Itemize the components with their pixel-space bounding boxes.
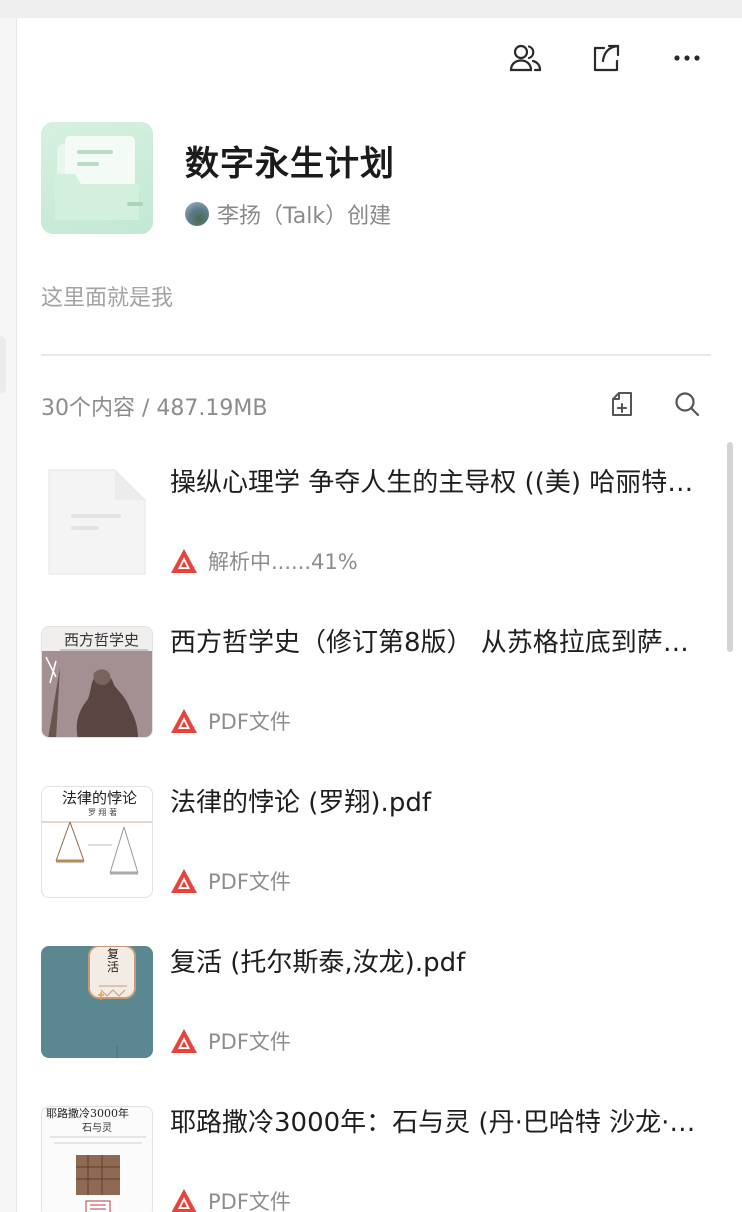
item-title: 法律的悖论 (罗翔).pdf [170,788,431,818]
blank-doc-thumbnail [41,466,153,578]
item-meta: PDF文件 [170,866,291,896]
list-item[interactable]: 法律的悖论 罗 翔 著 法律的悖论 (罗翔).pdf PDF文件 [41,784,701,944]
item-status: PDF文件 [208,1190,291,1212]
left-rail [0,18,16,1212]
cover-title: 复活 [107,947,120,974]
item-meta: PDF文件 [170,1186,291,1212]
pdf-icon [171,549,197,573]
creator-text: 李扬（Talk）创建 [217,204,392,229]
share-icon[interactable] [586,38,626,78]
add-content-icon[interactable] [602,384,642,424]
jerusalem-cover-thumbnail: 耶路撒冷3000年 石与灵 [41,1106,153,1212]
law-cover-thumbnail: 法律的悖论 罗 翔 著 [41,786,153,898]
list-item[interactable]: 西方哲学史 西方哲学史（修订第8版） 从苏格拉底到萨特及其后 PDF文件 [41,624,701,784]
list-item[interactable]: 复活 复活 (托尔斯泰,汝龙).pdf PDF文件 [41,944,701,1104]
item-status: 解析中......41% [208,550,358,574]
creator-line: 李扬（Talk）创建 [185,198,391,230]
item-meta: PDF文件 [170,706,291,736]
item-title: 西方哲学史（修订第8版） 从苏格拉底到萨特及其后 [170,628,701,658]
knowledge-base-description: 这里面就是我 [41,286,174,311]
content-list: 操纵心理学 争夺人生的主导权 ((美) 哈丽特·布瑞克) 解析中......41… [41,464,701,1212]
pdf-icon [171,1189,197,1212]
scrollbar[interactable] [725,442,735,1212]
list-item[interactable]: 耶路撒冷3000年 石与灵 耶路撒冷3000年：石与灵 (丹·巴哈特 沙龙·拉兹… [41,1104,701,1212]
more-icon[interactable] [667,38,707,78]
knowledge-base-title: 数字永生计划 [185,144,395,184]
avatar[interactable] [185,202,209,226]
pdf-icon [171,869,197,893]
scrollbar-thumb[interactable] [727,442,733,652]
pdf-icon [171,1029,197,1053]
item-status: PDF文件 [208,1030,291,1054]
item-meta: PDF文件 [170,1026,291,1056]
window-top-strip [0,0,742,18]
item-title: 复活 (托尔斯泰,汝龙).pdf [170,948,466,978]
content-count: 30个内容 / 487.19MB [41,396,268,421]
item-status: PDF文件 [208,870,291,894]
pdf-icon [171,709,197,733]
item-status: PDF文件 [208,710,291,734]
divider [41,354,711,356]
item-title: 耶路撒冷3000年：石与灵 (丹·巴哈特 沙龙·拉兹) [170,1108,701,1138]
search-icon[interactable] [667,384,707,424]
philosophy-cover-thumbnail: 西方哲学史 [41,626,153,738]
list-item[interactable]: 操纵心理学 争夺人生的主导权 ((美) 哈丽特·布瑞克) 解析中......41… [41,464,701,624]
knowledge-base-cover[interactable] [41,122,153,234]
item-meta: 解析中......41% [170,546,358,576]
rail-tab[interactable] [0,336,6,394]
resurrection-cover-thumbnail: 复活 [41,946,153,1058]
item-title: 操纵心理学 争夺人生的主导权 ((美) 哈丽特·布瑞克) [170,468,701,498]
members-icon[interactable] [506,38,546,78]
knowledge-base-panel: 数字永生计划 李扬（Talk）创建 这里面就是我 30个内容 / 487.19M… [16,18,742,1212]
